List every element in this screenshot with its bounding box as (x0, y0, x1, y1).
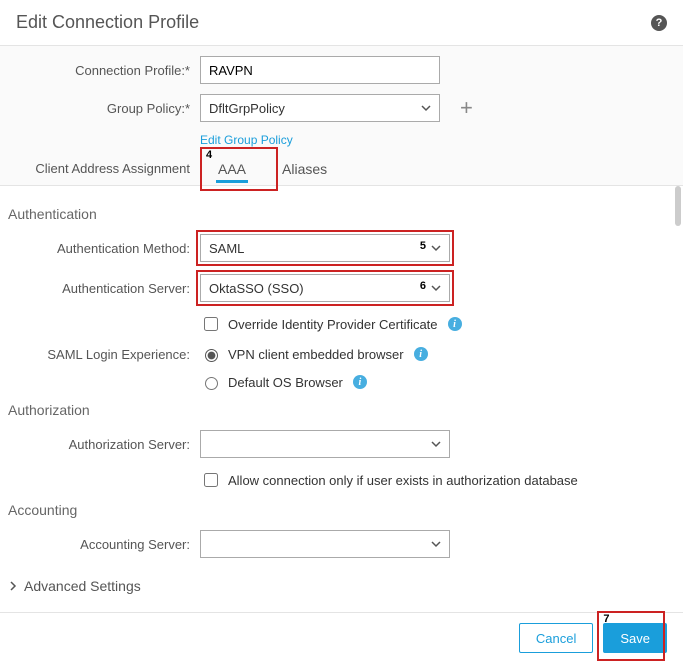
group-policy-value: DfltGrpPolicy (209, 101, 285, 116)
add-group-policy-icon[interactable]: + (460, 97, 473, 119)
accounting-server-select[interactable] (200, 530, 450, 558)
allow-connection-checkbox[interactable] (204, 473, 218, 487)
vpn-embedded-browser-radio[interactable] (205, 349, 218, 362)
advanced-settings-toggle[interactable]: Advanced Settings (0, 570, 683, 602)
group-policy-label: Group Policy:* (0, 101, 200, 116)
override-idp-cert-label: Override Identity Provider Certificate (228, 317, 438, 332)
annotation-number-4: 4 (206, 149, 212, 161)
saml-login-exp-label: SAML Login Experience: (0, 347, 200, 362)
chevron-down-icon (431, 241, 441, 256)
cancel-button[interactable]: Cancel (519, 623, 593, 653)
authorization-server-select[interactable] (200, 430, 450, 458)
chevron-down-icon (431, 281, 441, 296)
advanced-settings-label: Advanced Settings (24, 578, 141, 594)
auth-method-select[interactable]: SAML (200, 234, 450, 262)
authorization-server-label: Authorization Server: (0, 437, 200, 452)
chevron-down-icon (431, 437, 441, 452)
tab-aliases[interactable]: Aliases (264, 151, 345, 185)
connection-profile-input[interactable] (200, 56, 440, 84)
help-icon[interactable]: ? (651, 15, 667, 31)
override-idp-cert-checkbox[interactable] (204, 317, 218, 331)
group-policy-select[interactable]: DfltGrpPolicy (200, 94, 440, 122)
authentication-section-title: Authentication (8, 206, 675, 222)
annotation-number-5: 5 (420, 240, 426, 252)
connection-profile-label: Connection Profile:* (0, 63, 200, 78)
vpn-embedded-browser-label: VPN client embedded browser (228, 347, 404, 362)
auth-server-label: Authentication Server: (0, 281, 200, 296)
chevron-right-icon (8, 578, 18, 594)
accounting-server-label: Accounting Server: (0, 537, 200, 552)
annotation-number-6: 6 (420, 280, 426, 292)
edit-group-policy-link[interactable]: Edit Group Policy (200, 133, 293, 147)
info-icon[interactable]: i (353, 375, 367, 389)
auth-server-value: OktaSSO (SSO) (209, 281, 304, 296)
chevron-down-icon (421, 101, 431, 116)
accounting-section-title: Accounting (8, 502, 675, 518)
authorization-section-title: Authorization (8, 402, 675, 418)
auth-method-label: Authentication Method: (0, 241, 200, 256)
info-icon[interactable]: i (448, 317, 462, 331)
save-button[interactable]: Save (603, 623, 667, 653)
auth-server-select[interactable]: OktaSSO (SSO) (200, 274, 450, 302)
auth-method-value: SAML (209, 241, 244, 256)
annotation-number-7: 7 (603, 613, 609, 625)
dialog-title: Edit Connection Profile (16, 12, 199, 33)
client-address-assignment-label: Client Address Assignment (10, 161, 200, 176)
default-os-browser-label: Default OS Browser (228, 375, 343, 390)
chevron-down-icon (431, 537, 441, 552)
info-icon[interactable]: i (414, 347, 428, 361)
scrollbar-thumb[interactable] (675, 186, 681, 226)
allow-connection-label: Allow connection only if user exists in … (228, 473, 578, 488)
default-os-browser-radio[interactable] (205, 377, 218, 390)
